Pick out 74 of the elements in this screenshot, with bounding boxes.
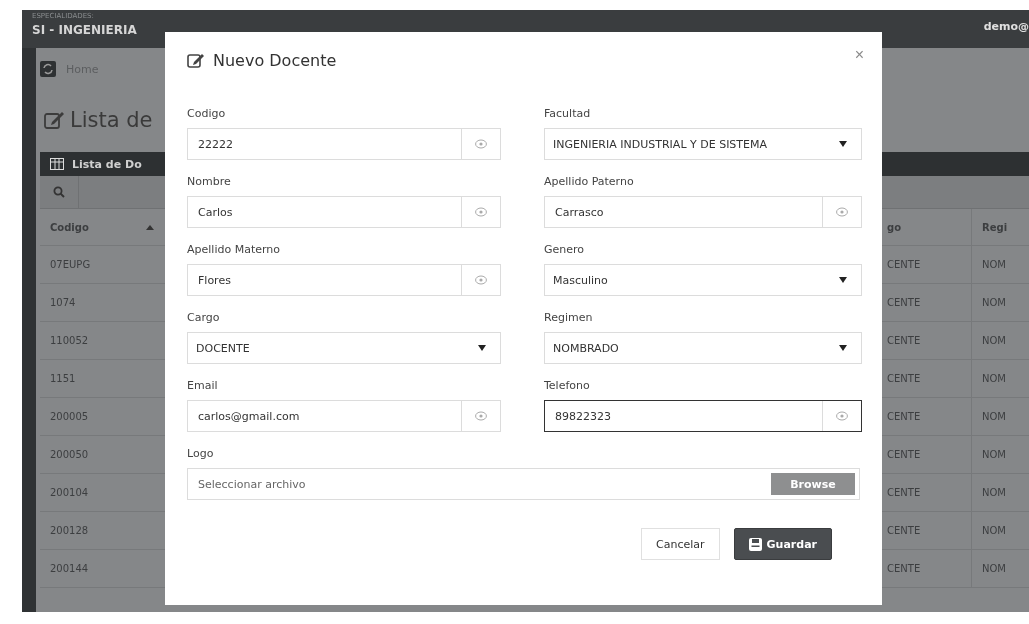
file-field[interactable]: Seleccionar archivo Browse xyxy=(187,468,860,500)
input-field[interactable]: Carrasco xyxy=(544,196,862,228)
table-cell: NOM xyxy=(971,284,1029,321)
table-cell: NOM xyxy=(971,398,1029,435)
eye-icon xyxy=(475,411,487,421)
table-cell-text: 200128 xyxy=(49,525,90,536)
table-cell-text: CENTE xyxy=(886,373,922,384)
search-icon xyxy=(53,186,65,198)
dropdown-caret-icon xyxy=(839,345,847,351)
edit-icon xyxy=(44,110,66,130)
select-field[interactable]: Masculino xyxy=(544,264,862,296)
field-label: Facultad xyxy=(544,106,592,121)
dropdown-caret-icon xyxy=(839,277,847,283)
table-cell-text: CENTE xyxy=(886,411,922,422)
table-cell-text: CENTE xyxy=(886,449,922,460)
panel-title: Lista de Do xyxy=(72,157,142,171)
table-icon xyxy=(50,158,64,170)
table-cell-text: CENTE xyxy=(886,563,922,574)
field-label: Apellido Materno xyxy=(187,242,281,257)
page-title: Lista de xyxy=(70,108,153,132)
table-cell-text: 200050 xyxy=(49,449,90,460)
refresh-icon xyxy=(40,61,56,77)
table-cell: NOM xyxy=(971,322,1029,359)
close-button[interactable]: × xyxy=(854,46,864,64)
specialty-title: SI - INGENIERIA xyxy=(32,23,137,37)
eye-icon xyxy=(475,207,487,217)
table-cell-text: 07EUPG xyxy=(49,259,92,270)
table-cell-text: 200005 xyxy=(49,411,90,422)
table-cell-text: CENTE xyxy=(886,297,922,308)
field-label: Telefono xyxy=(544,378,591,393)
cancel-button[interactable]: Cancelar xyxy=(641,528,720,560)
dialog-title: Nuevo Docente xyxy=(213,50,337,70)
field-label: Email xyxy=(187,378,219,393)
table-cell-text: CENTE xyxy=(886,525,922,536)
user-name[interactable]: demo@ xyxy=(983,20,1029,33)
eye-icon xyxy=(836,411,848,421)
sort-caret-icon xyxy=(146,224,154,230)
table-cell-text: 200144 xyxy=(49,563,90,574)
table-cell-text: 200104 xyxy=(49,487,90,498)
table-cell-text: 1151 xyxy=(49,373,77,384)
field-label: Cargo xyxy=(187,310,221,325)
edit-icon xyxy=(187,52,205,68)
dropdown-caret-icon xyxy=(839,141,847,147)
table-cell-text: CENTE xyxy=(886,335,922,346)
table-cell: NOM xyxy=(971,550,1029,587)
table-cell-text: CENTE xyxy=(886,259,922,270)
input-field[interactable]: Carlos xyxy=(187,196,501,228)
select-field[interactable]: INGENIERIA INDUSTRIAL Y DE SISTEMA xyxy=(544,128,862,160)
input-field[interactable]: carlos@gmail.com xyxy=(187,400,501,432)
select-field[interactable]: DOCENTE xyxy=(187,332,501,364)
field-label: Nombre xyxy=(187,174,232,189)
save-icon xyxy=(748,537,762,551)
table-cell: NOM xyxy=(971,360,1029,397)
field-label: Codigo xyxy=(187,106,227,121)
input-field[interactable]: 89822323 xyxy=(544,400,862,432)
field-label: Logo xyxy=(187,446,215,461)
table-cell: NOM xyxy=(971,512,1029,549)
table-cell: NOM xyxy=(971,246,1029,283)
save-button[interactable]: Guardar xyxy=(733,528,832,560)
table-cell: NOM xyxy=(971,436,1029,473)
field-label: Apellido Paterno xyxy=(544,174,635,189)
table-cell-text: CENTE xyxy=(886,487,922,498)
select-field[interactable]: NOMBRADO xyxy=(544,332,862,364)
table-cell-text: 1074 xyxy=(49,297,77,308)
dropdown-caret-icon xyxy=(478,345,486,351)
input-field[interactable]: Flores xyxy=(187,264,501,296)
eye-icon xyxy=(836,207,848,217)
input-field[interactable]: 22222 xyxy=(187,128,501,160)
eye-icon xyxy=(475,139,487,149)
table-cell-text: 110052 xyxy=(49,335,90,346)
field-label: Genero xyxy=(544,242,586,257)
table-cell: NOM xyxy=(971,474,1029,511)
eye-icon xyxy=(475,275,487,285)
field-label: Regimen xyxy=(544,310,594,325)
